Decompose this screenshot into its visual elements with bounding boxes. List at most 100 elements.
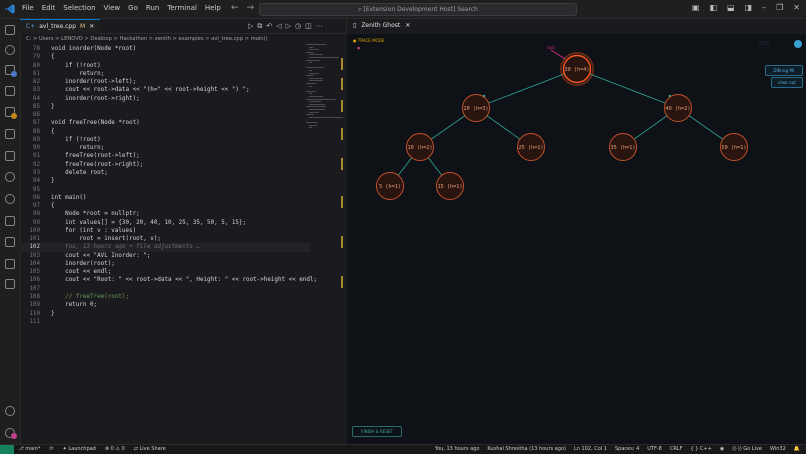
revert-icon[interactable]: ↶ (266, 22, 272, 31)
layout-icon[interactable]: ▣ (692, 3, 700, 12)
code-line[interactable]: 107 (20, 285, 310, 293)
code-line[interactable]: 89 if (!root) (20, 136, 310, 144)
minimize-icon[interactable]: – (762, 3, 766, 12)
compare-icon[interactable]: ⧉ (257, 22, 262, 31)
tree-node-25[interactable]: 25 (h=1) (517, 133, 545, 161)
code-line[interactable]: 97 { (20, 202, 310, 210)
menu-item-help[interactable]: Help (205, 4, 221, 12)
code-line[interactable]: 108 // freeTree(root); (20, 293, 310, 301)
sync-icon[interactable]: ⟳ (49, 446, 53, 452)
docker-icon[interactable] (5, 237, 15, 247)
menu-item-go[interactable]: Go (128, 4, 138, 12)
clear-out-button[interactable]: clear out (771, 77, 803, 88)
finish-reset-button[interactable]: FINISH & RESET (352, 426, 402, 437)
menu-item-selection[interactable]: Selection (63, 4, 95, 12)
command-center-search[interactable]: ⌕ [Extension Development Host] Search (259, 3, 577, 16)
run-icon[interactable]: ▷ (248, 22, 253, 31)
code-line[interactable]: 99 int values[] = {30, 20, 40, 10, 25, 3… (20, 219, 310, 227)
tree-node-15[interactable]: 15 (h=1) (436, 172, 464, 200)
explorer-icon[interactable] (5, 25, 15, 35)
restore-icon[interactable]: ❐ (776, 3, 783, 12)
code-line[interactable]: 98 Node *root = nullptr; (20, 210, 310, 218)
tree-node-35[interactable]: 35 (h=1) (609, 133, 637, 161)
menu-item-edit[interactable]: Edit (42, 4, 56, 12)
code-line[interactable]: 88 { (20, 128, 310, 136)
code-line[interactable]: 94} (20, 177, 310, 185)
tab-zenith-ghost[interactable]: ▯ Zenith Ghost ✕ (353, 22, 410, 29)
code-line[interactable]: 81 return; (20, 70, 310, 78)
tree-node-50[interactable]: 50 (h=1) (720, 133, 748, 161)
code-line[interactable]: 111 (20, 318, 310, 326)
code-line[interactable]: 91 freeTree(root->left); (20, 152, 310, 160)
breadcrumb[interactable]: C: > Users > LENOVO > Desktop > Hackatho… (26, 36, 268, 42)
code-line[interactable]: 82 inorder(root->left); (20, 78, 310, 86)
live-share-icon[interactable] (5, 216, 15, 226)
scrollbar-change-markers[interactable] (341, 40, 345, 320)
code-line[interactable]: 92 freeTree(root->right); (20, 161, 310, 169)
timeline-action-icon[interactable]: ◷ (295, 22, 301, 31)
code-line[interactable]: 83 cout << root->data << "(h=" << root->… (20, 86, 310, 94)
extension-view-icon[interactable] (5, 279, 15, 289)
code-line[interactable]: 86 (20, 111, 310, 119)
code-line[interactable]: 93 delete root; (20, 169, 310, 177)
tree-node-5[interactable]: 5 (h=1) (376, 172, 404, 200)
code-line[interactable]: 85} (20, 103, 310, 111)
menu-item-file[interactable]: File (22, 4, 34, 12)
account-icon[interactable] (5, 406, 15, 416)
forward-arrow-icon[interactable]: → (247, 3, 255, 13)
launchpad-status[interactable]: ✦ Launchpad (63, 446, 96, 452)
code-line[interactable]: 96 int main() (20, 194, 310, 202)
menu-item-view[interactable]: View (104, 4, 121, 12)
git-blame-status[interactable]: You, 13 hours ago (435, 446, 480, 452)
previous-change-icon[interactable]: ◁ (276, 22, 281, 31)
tree-node-40[interactable]: 40 (h=2) (664, 94, 692, 122)
line-ending[interactable]: CRLF (670, 446, 683, 452)
back-arrow-icon[interactable]: ← (231, 3, 239, 13)
language-mode[interactable]: { } C++ (690, 446, 711, 452)
code-line[interactable]: 104 inorder(root); (20, 260, 310, 268)
tree-node-20[interactable]: 20 (h=3) (462, 94, 490, 122)
split-editor-icon[interactable]: ◫ (305, 22, 312, 31)
menu-item-terminal[interactable]: Terminal (167, 4, 197, 12)
author-status[interactable]: Kushal Shrestha (13 hours ago) (487, 446, 566, 452)
code-line[interactable]: 101 root = insert(root, v); (20, 235, 310, 243)
code-line[interactable]: 106 cout << "Root: " << root->data << ",… (20, 276, 317, 284)
indentation[interactable]: Spaces: 4 (615, 446, 639, 452)
copilot-status-icon[interactable]: ◉ (720, 446, 724, 452)
tree-node-10[interactable]: 10 (h=2) (406, 133, 434, 161)
search-view-icon[interactable] (5, 45, 15, 55)
code-line[interactable]: 103 cout << "AVL Inorder: "; (20, 252, 310, 260)
toggle-sidebar-icon[interactable]: ◧ (709, 3, 717, 12)
code-line[interactable]: 80 if (!root) (20, 62, 310, 70)
code-line[interactable]: 95 (20, 186, 310, 194)
close-tab-icon[interactable]: ✕ (89, 20, 94, 34)
platform-status[interactable]: Win32 (770, 446, 786, 452)
code-line[interactable]: 87 void freeTree(Node *root) (20, 119, 310, 127)
din-log-button[interactable]: DIN log M) (765, 65, 803, 76)
encoding[interactable]: UTF-8 (647, 446, 662, 452)
run-debug-icon[interactable] (5, 86, 15, 96)
code-editor[interactable]: 78 void inorder(Node *root) 79 {80 if (!roo… (20, 45, 317, 326)
go-live-button[interactable]: ((·)) Go Live (732, 446, 762, 452)
branch-status[interactable]: ⎇ main* (18, 446, 40, 452)
more-actions-icon[interactable]: ⋯ (316, 22, 323, 31)
tab-avl-tree[interactable]: C+ avl_tree.cpp M ✕ (20, 19, 101, 34)
cursor-position[interactable]: Ln 102, Col 1 (574, 446, 607, 452)
next-change-icon[interactable]: ▷ (286, 22, 291, 31)
code-line[interactable]: 90 return; (20, 144, 310, 152)
code-line[interactable]: 84 inorder(root->right); (20, 95, 310, 103)
problems-status[interactable]: ⊗ 0 ⚠ 0 (105, 446, 125, 452)
toggle-secondary-sidebar-icon[interactable]: ◨ (745, 3, 753, 12)
menu-item-run[interactable]: Run (146, 4, 159, 12)
remote-explorer-icon[interactable] (5, 129, 15, 139)
code-line[interactable]: 79 { (20, 53, 310, 61)
code-line[interactable]: 102 You, 13 hours ago • file adjustments… (20, 243, 310, 252)
close-window-icon[interactable]: ✕ (793, 3, 800, 12)
close-panel-icon[interactable]: ✕ (405, 22, 410, 29)
code-line[interactable]: 110} (20, 310, 310, 318)
notifications-bell-icon[interactable]: 🔔 (794, 446, 800, 452)
code-line[interactable]: 105 cout << endl; (20, 268, 310, 276)
testing-icon[interactable] (5, 151, 15, 161)
toggle-panel-icon[interactable]: ⬓ (727, 3, 735, 12)
code-line[interactable]: 109 return 0; (20, 301, 310, 309)
